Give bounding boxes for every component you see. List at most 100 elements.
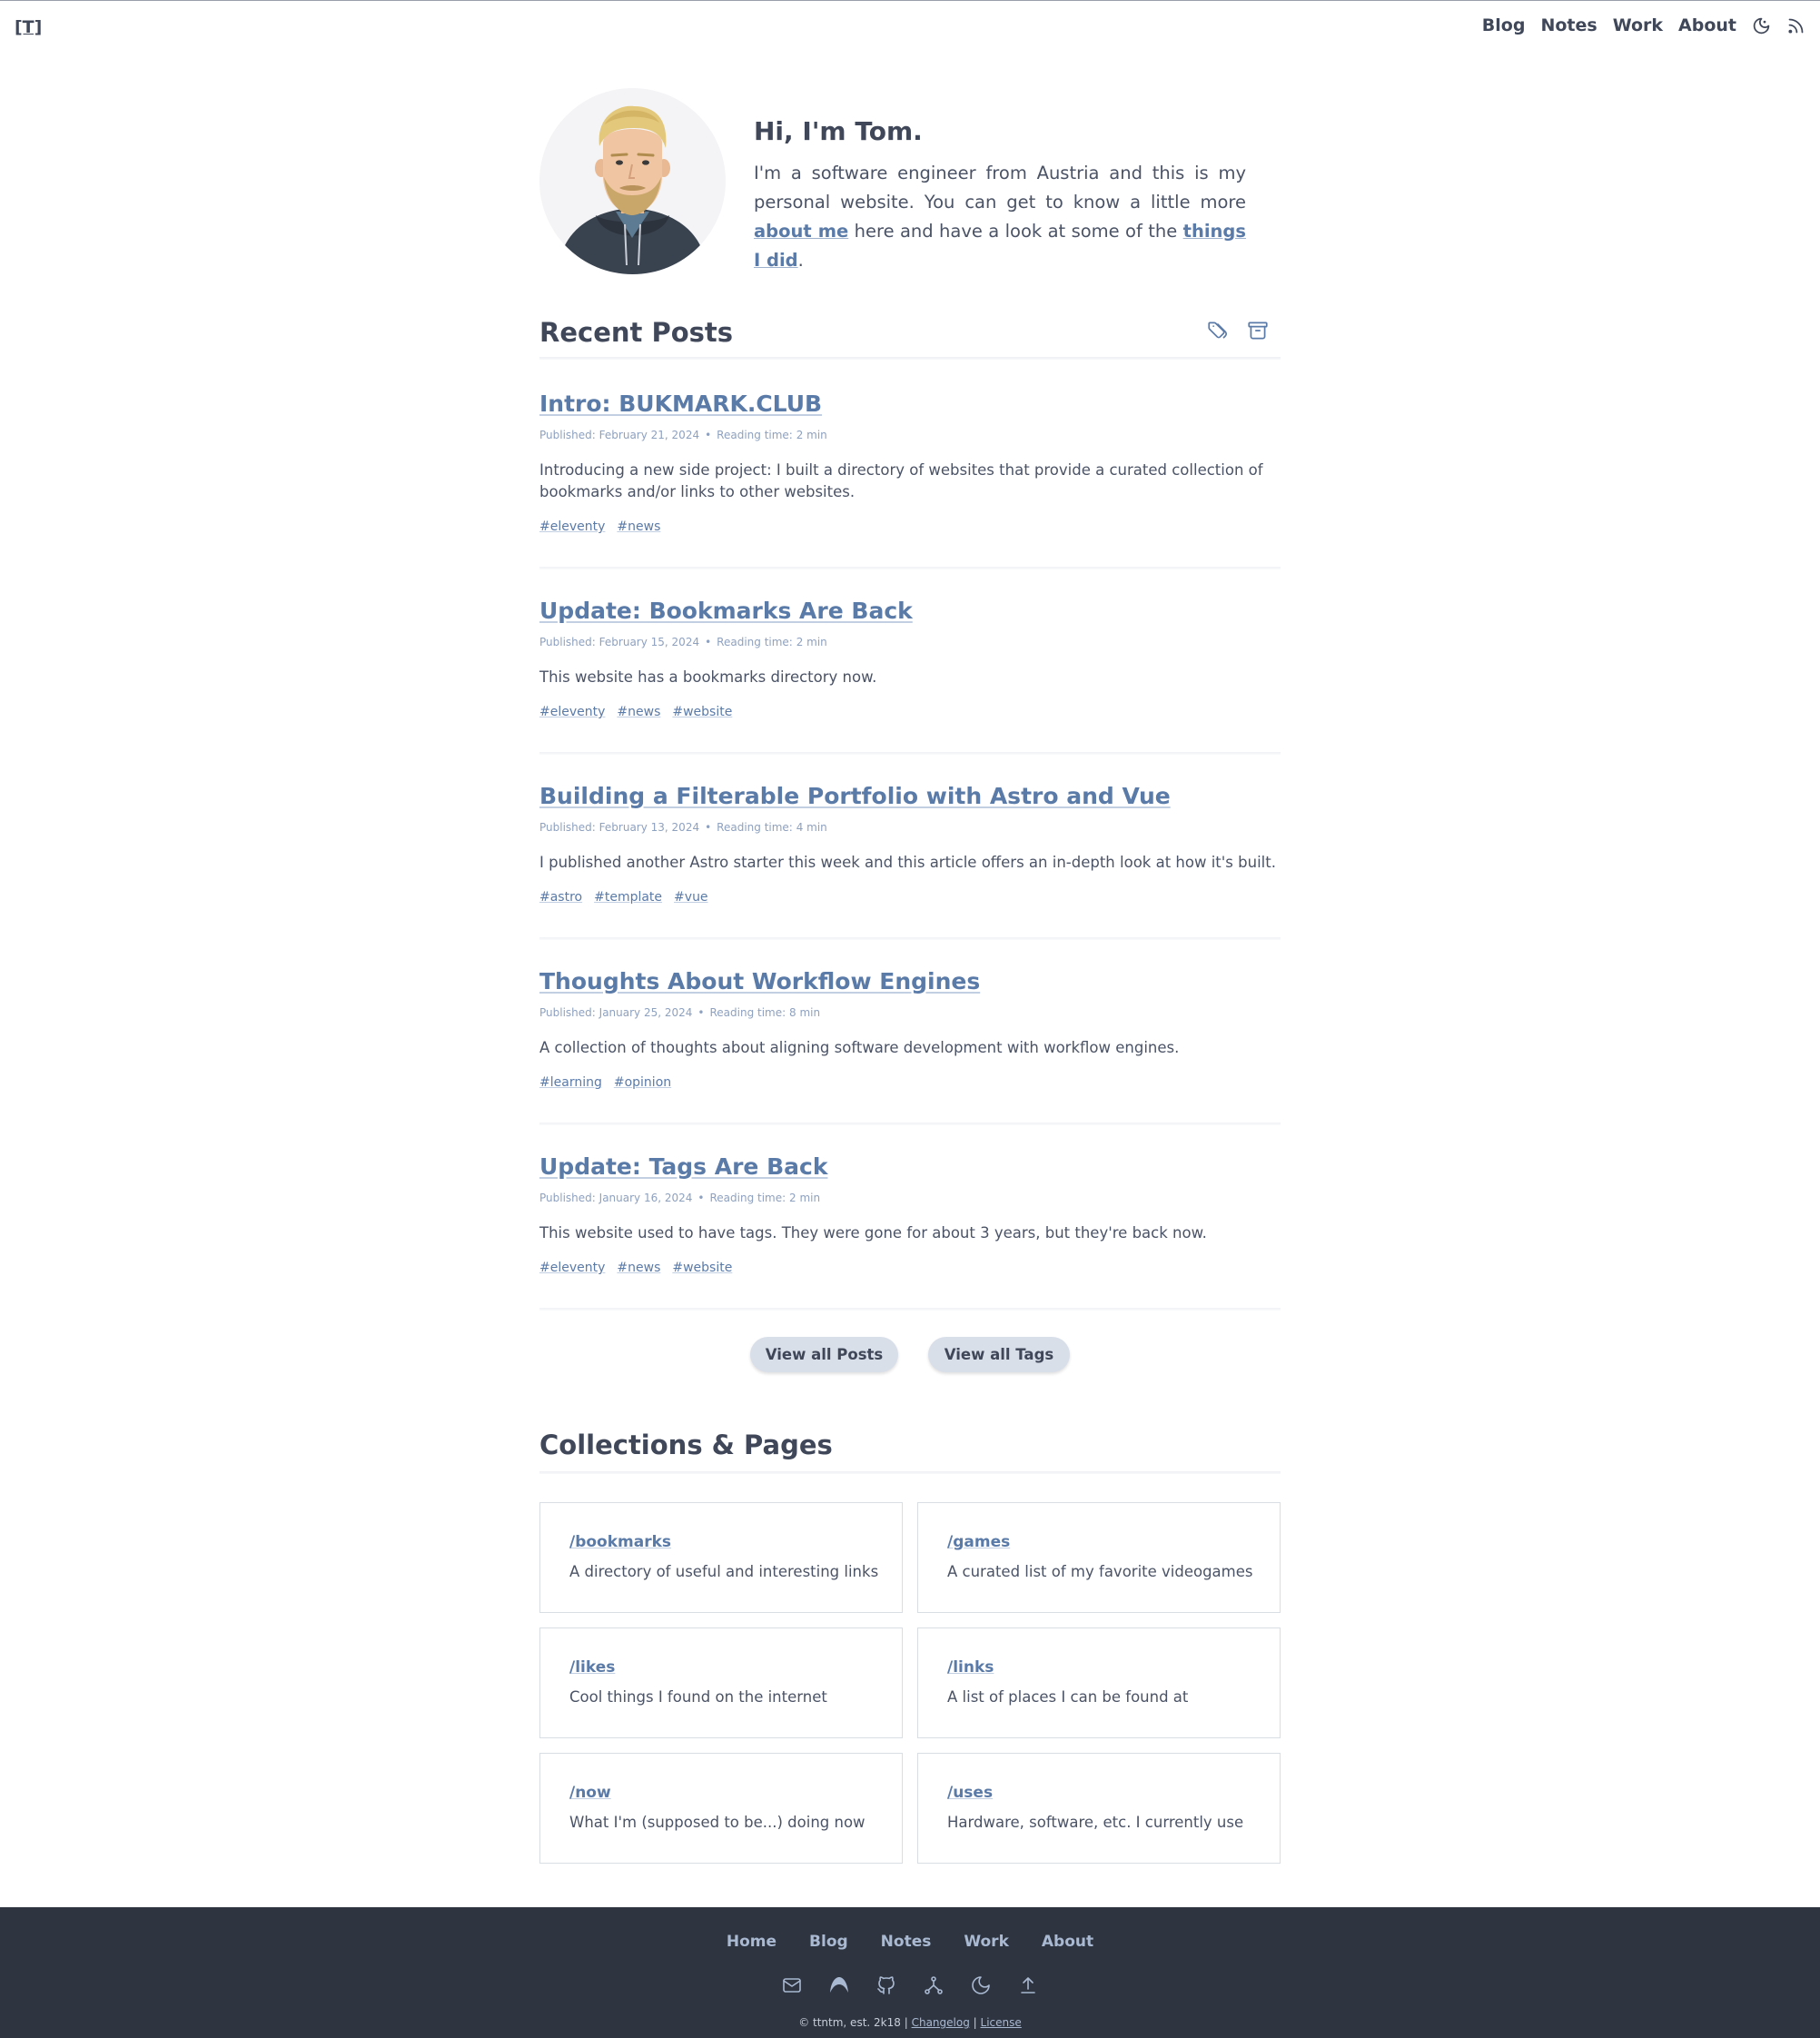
post-description: I published another Astro starter this w… (539, 854, 1276, 871)
collection-link[interactable]: /uses (947, 1784, 993, 1802)
section-divider (539, 357, 1281, 360)
post-tags: #eleventy #news #website (539, 705, 744, 719)
collection-link[interactable]: /links (947, 1658, 994, 1677)
recent-posts-actions (1190, 319, 1270, 342)
mail-icon[interactable] (781, 1974, 803, 1996)
collection-description: What I'm (supposed to be...) doing now (569, 1814, 865, 1831)
archive-icon[interactable] (1246, 319, 1270, 342)
footer-nav-about[interactable]: About (1042, 1933, 1093, 1951)
post-title-link[interactable]: Building a Filterable Portfolio with Ast… (539, 783, 1281, 809)
recent-posts-heading: Recent Posts (539, 317, 734, 348)
post-tags: #eleventy #news #website (539, 1261, 744, 1275)
copyright: © ttntm, est. 2k18 | Changelog | License (798, 2016, 1022, 2029)
tag-link[interactable]: #website (672, 705, 732, 719)
post-reading-time: 4 min (796, 821, 827, 834)
avatar (539, 88, 726, 274)
moon-icon[interactable] (1752, 16, 1771, 35)
tag-link[interactable]: #news (617, 705, 660, 719)
view-all-posts-button[interactable]: View all Posts (750, 1337, 898, 1372)
post-title-link[interactable]: Thoughts About Workflow Engines (539, 968, 1281, 994)
post-date: January 25, 2024 (598, 1006, 693, 1019)
avatar-illustration (558, 105, 707, 274)
main-nav: Blog Notes Work About (1467, 15, 1805, 35)
section-divider (539, 1471, 1281, 1474)
nav-work[interactable]: Work (1613, 15, 1663, 35)
nav-notes[interactable]: Notes (1540, 15, 1597, 35)
tag-link[interactable]: #eleventy (539, 1261, 605, 1275)
tags-icon[interactable] (1206, 319, 1230, 342)
tag-link[interactable]: #astro (539, 890, 582, 905)
network-icon[interactable] (923, 1974, 945, 1996)
collection-card-now: /now What I'm (supposed to be...) doing … (539, 1753, 903, 1864)
collection-card-games: /games A curated list of my favorite vid… (917, 1502, 1281, 1613)
collection-description: A list of places I can be found at (947, 1688, 1189, 1706)
tag-link[interactable]: #website (672, 1261, 732, 1275)
post-item: Building a Filterable Portfolio with Ast… (539, 783, 1281, 940)
collection-card-bookmarks: /bookmarks A directory of useful and int… (539, 1502, 903, 1613)
post-date: January 16, 2024 (598, 1192, 693, 1204)
tag-link[interactable]: #eleventy (539, 705, 605, 719)
post-meta: Published: February 13, 2024 • Reading tim… (539, 821, 827, 834)
collection-description: A directory of useful and interesting li… (569, 1563, 879, 1580)
tag-link[interactable]: #eleventy (539, 519, 605, 534)
tag-link[interactable]: #news (617, 519, 660, 534)
changelog-link[interactable]: Changelog (912, 2016, 970, 2029)
intro-title: Hi, I'm Tom. (754, 116, 923, 146)
about-me-link[interactable]: about me (754, 221, 848, 242)
post-date: February 13, 2024 (598, 821, 700, 834)
collection-description: Cool things I found on the internet (569, 1688, 827, 1706)
post-item: Thoughts About Workflow Engines Publishe… (539, 968, 1281, 1125)
nav-blog[interactable]: Blog (1482, 15, 1526, 35)
post-meta: Published: January 16, 2024 • Reading time… (539, 1192, 821, 1204)
post-divider (539, 937, 1281, 940)
collection-link[interactable]: /games (947, 1533, 1010, 1551)
tag-link[interactable]: #learning (539, 1075, 602, 1090)
collection-link[interactable]: /likes (569, 1658, 615, 1677)
footer-nav-work[interactable]: Work (964, 1933, 1009, 1951)
recent-posts-header: Recent Posts (539, 317, 1281, 362)
tag-link[interactable]: #opinion (614, 1075, 671, 1090)
tag-link[interactable]: #vue (674, 890, 708, 905)
collection-link[interactable]: /bookmarks (569, 1533, 671, 1551)
post-reading-time: 2 min (796, 429, 827, 441)
tag-link[interactable]: #template (594, 890, 662, 905)
footer-nav-blog[interactable]: Blog (809, 1933, 848, 1951)
arrow-up-icon[interactable] (1017, 1974, 1039, 1996)
post-meta: Published: February 21, 2024 • Reading tim… (539, 429, 827, 441)
post-tags: #astro #template #vue (539, 890, 720, 905)
footer-nav-home[interactable]: Home (727, 1933, 776, 1951)
post-title-link[interactable]: Intro: BUKMARK.CLUB (539, 391, 1281, 417)
collections-heading: Collections & Pages (539, 1430, 833, 1460)
view-all-tags-button[interactable]: View all Tags (928, 1337, 1070, 1372)
moon-icon[interactable] (970, 1974, 992, 1996)
license-link[interactable]: License (981, 2016, 1022, 2029)
post-tags: #learning #opinion (539, 1075, 683, 1090)
post-divider (539, 567, 1281, 569)
post-reading-time: 2 min (789, 1192, 821, 1204)
collection-description: A curated list of my favorite videogames (947, 1563, 1253, 1580)
post-description: This website has a bookmarks directory n… (539, 668, 877, 686)
post-description: Introducing a new side project: I built … (539, 461, 1263, 500)
nav-about[interactable]: About (1678, 15, 1736, 35)
collection-link[interactable]: /now (569, 1784, 611, 1802)
rss-icon[interactable] (1786, 16, 1805, 35)
post-meta: Published: February 15, 2024 • Reading tim… (539, 636, 827, 648)
post-reading-time: 2 min (796, 636, 827, 648)
post-meta: Published: January 25, 2024 • Reading time… (539, 1006, 821, 1019)
post-description: A collection of thoughts about aligning … (539, 1039, 1180, 1056)
post-item: Intro: BUKMARK.CLUB Published: February … (539, 391, 1281, 569)
footer-nav: Home Blog Notes Work About (0, 1933, 1820, 1951)
arc-icon[interactable] (828, 1974, 850, 1996)
post-date: February 21, 2024 (598, 429, 700, 441)
intro-text: I'm a software engineer from Austria and… (754, 163, 1246, 271)
post-item: Update: Bookmarks Are Back Published: Fe… (539, 598, 1281, 755)
github-icon[interactable] (875, 1974, 897, 1996)
post-date: February 15, 2024 (598, 636, 700, 648)
footer-nav-notes[interactable]: Notes (881, 1933, 932, 1951)
post-title-link[interactable]: Update: Bookmarks Are Back (539, 598, 1281, 624)
site-footer: Home Blog Notes Work About © ttntm, est.… (0, 1907, 1820, 2038)
site-logo[interactable]: [T] (15, 17, 42, 37)
post-title-link[interactable]: Update: Tags Are Back (539, 1153, 1281, 1180)
tag-link[interactable]: #news (617, 1261, 660, 1275)
collection-card-likes: /likes Cool things I found on the intern… (539, 1627, 903, 1738)
